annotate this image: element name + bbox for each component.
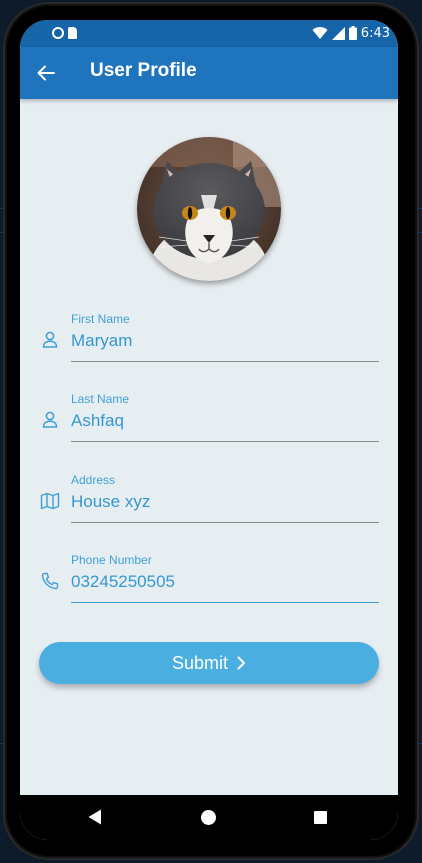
last-name-underline — [71, 441, 379, 442]
map-icon — [40, 492, 60, 510]
submit-label: Submit — [171, 652, 229, 673]
address-label: Address — [71, 473, 116, 487]
person-icon — [42, 331, 58, 348]
first-name-label: First Name — [71, 312, 130, 326]
battery-icon — [348, 26, 357, 40]
page-title: User Profile — [90, 60, 197, 81]
nav-back-icon[interactable] — [88, 809, 102, 825]
address-input[interactable] — [71, 489, 379, 515]
app-screen: 6:43 User Profile First Name Maryam Last… — [20, 20, 398, 840]
person-icon — [42, 411, 58, 428]
first-name-underline — [71, 361, 379, 362]
status-bar: 6:43 — [20, 20, 398, 47]
avatar[interactable] — [137, 137, 281, 281]
submit-button[interactable]: Submit — [39, 642, 379, 684]
status-time: 6:43 — [360, 25, 390, 41]
back-button[interactable] — [32, 59, 60, 87]
address-underline — [71, 522, 379, 523]
address-field[interactable]: Address — [20, 473, 398, 533]
last-name-input[interactable] — [71, 408, 379, 434]
phone-icon — [41, 572, 59, 590]
phone-number-underline — [71, 602, 379, 603]
last-name-label: Last Name — [71, 392, 130, 406]
sd-card-icon — [68, 27, 77, 39]
system-nav-bar — [20, 795, 398, 840]
first-name-input[interactable] — [71, 328, 379, 354]
last-name-field[interactable]: Last Name — [20, 392, 398, 452]
phone-number-label: Phone Number — [71, 553, 152, 567]
arrow-back-icon — [37, 65, 55, 81]
nav-recents-icon[interactable] — [314, 811, 327, 824]
cat-photo — [137, 137, 281, 281]
first-name-field[interactable]: First Name — [20, 312, 398, 372]
phone-number-input[interactable] — [71, 569, 379, 595]
wifi-icon — [312, 26, 328, 39]
phone-number-field[interactable]: Phone Number — [20, 553, 398, 613]
signal-icon — [331, 26, 345, 40]
app-bar: User Profile — [20, 47, 398, 99]
nav-home-icon[interactable] — [201, 810, 216, 825]
notification-icons — [50, 27, 77, 41]
chevron-right-icon — [237, 656, 246, 670]
